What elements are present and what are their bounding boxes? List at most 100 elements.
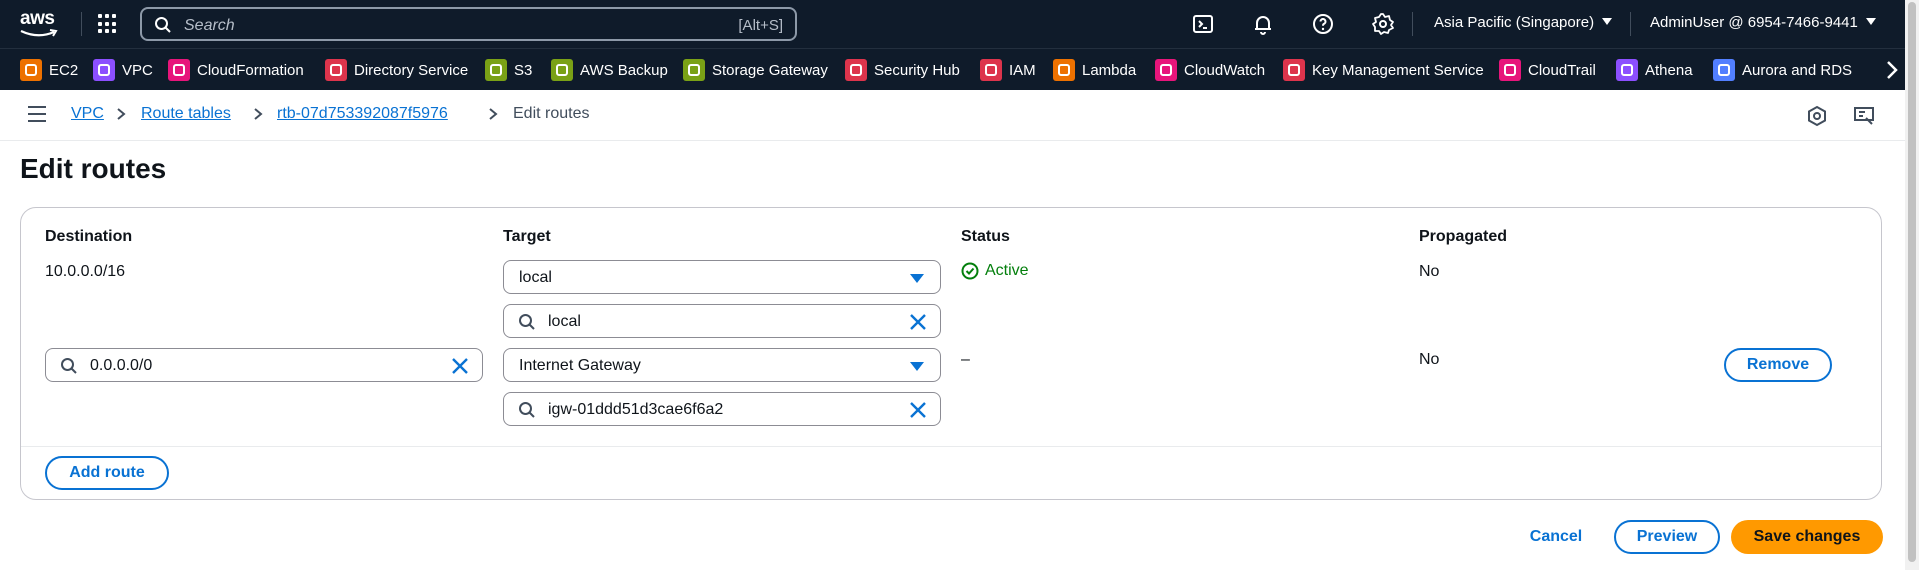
info-panel-icon[interactable] [1805, 104, 1829, 128]
chevron-right-icon[interactable] [1880, 58, 1904, 82]
search-input[interactable]: Search [Alt+S] [140, 7, 797, 41]
column-header-status: Status [961, 228, 1010, 245]
cloudformation-icon [168, 59, 190, 81]
route-2-target-select[interactable]: Internet Gateway [503, 348, 941, 382]
breadcrumb-vpc[interactable]: VPC [71, 105, 104, 123]
service-label: Lambda [1082, 61, 1137, 79]
column-header-propagated: Propagated [1419, 228, 1508, 245]
caret-down-icon [1865, 18, 1876, 25]
chevron-right-icon [489, 108, 498, 120]
success-check-icon [961, 262, 979, 280]
breadcrumb-route-table-id[interactable]: rtb-07d753392087f5976 [277, 105, 448, 123]
status-text: Active [985, 262, 1029, 279]
route-2-status: – [961, 351, 970, 368]
region-label: Asia Pacific (Singapore) [1434, 14, 1595, 31]
select-value: local [519, 269, 552, 286]
breadcrumb-bar: VPC Route tables rtb-07d753392087f5976 E… [0, 90, 1919, 141]
service-shortcut-directory-service[interactable]: Directory Service [325, 58, 468, 82]
ec2-icon [20, 59, 42, 81]
service-shortcut-aurora-rds[interactable]: Aurora and RDS [1713, 58, 1852, 82]
service-shortcut-iam[interactable]: IAM [980, 58, 1036, 82]
feedback-icon[interactable] [1852, 104, 1876, 128]
favorites-bar: EC2 VPC CloudFormation Directory Service… [0, 48, 1919, 90]
service-label: Storage Gateway [712, 61, 828, 79]
nav-divider [81, 12, 82, 36]
region-selector[interactable]: Asia Pacific (Singapore) [1434, 14, 1613, 31]
service-shortcut-s3[interactable]: S3 [485, 58, 532, 82]
vpc-icon [93, 59, 115, 81]
service-label: CloudTrail [1528, 61, 1596, 79]
column-header-destination: Destination [45, 228, 133, 245]
menu-icon[interactable] [28, 106, 48, 124]
route-1-target-select[interactable]: local [503, 260, 941, 294]
breadcrumb-route-tables[interactable]: Route tables [141, 105, 231, 123]
route-2-target-search[interactable]: igw-01ddd51d3cae6f6a2 [503, 392, 941, 426]
select-value: Internet Gateway [519, 357, 641, 374]
service-shortcut-ec2[interactable]: EC2 [20, 58, 78, 82]
service-label: Athena [1645, 61, 1693, 79]
aws-backup-icon [551, 59, 573, 81]
search-icon [519, 402, 535, 418]
caret-down-icon [910, 362, 924, 371]
cloudshell-icon[interactable] [1191, 12, 1215, 36]
service-shortcut-kms[interactable]: Key Management Service [1283, 58, 1484, 82]
service-label: S3 [514, 61, 533, 79]
service-shortcut-cloudformation[interactable]: CloudFormation [168, 58, 304, 82]
service-shortcut-aws-backup[interactable]: AWS Backup [551, 58, 668, 82]
page-title: Edit routes [20, 153, 167, 184]
service-shortcut-athena[interactable]: Athena [1616, 58, 1693, 82]
cloudwatch-icon [1155, 59, 1177, 81]
kms-icon [1283, 59, 1305, 81]
caret-down-icon [910, 274, 924, 283]
aws-smile-icon [20, 29, 58, 37]
service-shortcut-security-hub[interactable]: Security Hub [845, 58, 960, 82]
service-label: Aurora and RDS [1742, 61, 1853, 79]
remove-route-button[interactable]: Remove [1724, 348, 1832, 382]
route-1-status: Active [961, 262, 1029, 280]
directory-service-icon [325, 59, 347, 81]
iam-icon [980, 59, 1002, 81]
service-shortcut-vpc[interactable]: VPC [93, 58, 153, 82]
services-menu-icon[interactable] [98, 14, 118, 34]
security-hub-icon [845, 59, 867, 81]
chevron-right-icon [117, 108, 126, 120]
scrollbar-thumb[interactable] [1908, 2, 1916, 562]
column-header-target: Target [503, 228, 551, 245]
service-shortcut-cloudtrail[interactable]: CloudTrail [1499, 58, 1596, 82]
service-shortcut-storage-gateway[interactable]: Storage Gateway [683, 58, 828, 82]
service-shortcut-lambda[interactable]: Lambda [1053, 58, 1136, 82]
chevron-right-icon [254, 108, 263, 120]
page-scrollbar[interactable] [1905, 0, 1919, 570]
lambda-icon [1053, 59, 1075, 81]
search-shortcut: [Alt+S] [738, 17, 783, 34]
service-shortcut-cloudwatch[interactable]: CloudWatch [1155, 58, 1265, 82]
add-route-button[interactable]: Add route [45, 456, 169, 490]
clear-icon[interactable] [908, 312, 928, 332]
gear-icon[interactable] [1371, 12, 1395, 36]
route-1-propagated: No [1419, 263, 1440, 280]
cancel-button[interactable]: Cancel [1514, 520, 1598, 554]
top-navigation: aws Search [Alt+S] Asia Pacific (Singapo… [0, 0, 1919, 48]
service-label: Security Hub [874, 61, 960, 79]
route-1-target-search[interactable]: local [503, 304, 941, 338]
nav-divider [1630, 12, 1631, 36]
search-placeholder: Search [184, 17, 235, 34]
aurora-rds-icon [1713, 59, 1735, 81]
clear-icon[interactable] [908, 400, 928, 420]
account-menu[interactable]: AdminUser @ 6954-7466-9441 [1650, 14, 1876, 31]
aws-logo-text: aws [20, 8, 55, 29]
preview-button[interactable]: Preview [1614, 520, 1720, 554]
route-2-destination-input[interactable]: 0.0.0.0/0 [45, 348, 483, 382]
clear-icon[interactable] [450, 356, 470, 376]
bell-icon[interactable] [1251, 12, 1275, 36]
aws-logo[interactable]: aws [20, 8, 62, 38]
route-1-destination: 10.0.0.0/16 [45, 263, 126, 280]
route-2-propagated: No [1419, 351, 1440, 368]
s3-icon [485, 59, 507, 81]
service-label: AWS Backup [580, 61, 668, 79]
service-label: IAM [1009, 61, 1036, 79]
save-changes-button[interactable]: Save changes [1731, 520, 1883, 554]
help-icon[interactable] [1311, 12, 1335, 36]
service-label: EC2 [49, 61, 79, 79]
nav-divider [1412, 12, 1413, 36]
